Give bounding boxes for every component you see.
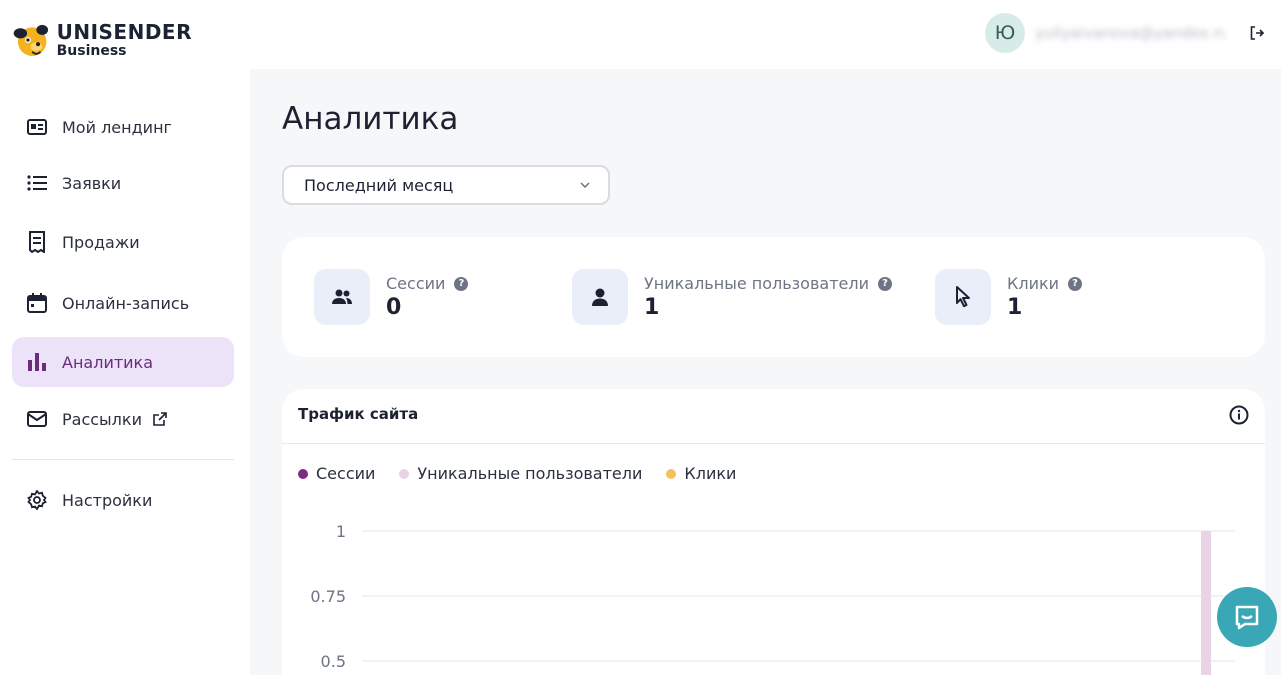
legend-label: Клики (684, 464, 737, 483)
stat-value: 1 (644, 295, 660, 320)
traffic-chart: 1 0.75 0.5 (310, 522, 1235, 675)
receipt-icon (25, 230, 49, 254)
sidebar-divider (12, 459, 234, 460)
sidebar-item-label: Заявки (62, 173, 122, 193)
legend-item-clicks[interactable]: Клики (666, 464, 736, 483)
sidebar-item-booking[interactable]: Онлайн-запись (12, 278, 234, 328)
sidebar-item-label: Онлайн-запись (62, 293, 190, 313)
logo[interactable]: UNISENDER Business (12, 18, 192, 62)
stat-value: 1 (1007, 295, 1023, 320)
help-icon[interactable]: ? (454, 276, 469, 291)
legend-label: Сессии (316, 464, 376, 483)
main-content: Аналитика Последний месяц Сессии ? 0 Уни… (250, 69, 1281, 675)
chevron-down-icon (580, 182, 590, 188)
sidebar-item-mailings[interactable]: Рассылки (12, 394, 234, 444)
y-tick-label: 0.75 (310, 587, 346, 606)
sidebar-item-settings[interactable]: Настройки (12, 475, 234, 525)
list-icon (25, 171, 49, 195)
sidebar-item-sales[interactable]: Продажи (12, 217, 234, 267)
y-tick-label: 1 (336, 522, 346, 541)
legend-dot (666, 468, 677, 479)
chat-button[interactable] (1217, 587, 1277, 647)
landing-icon (25, 115, 49, 139)
brand-name: UNISENDER (56, 20, 192, 44)
legend-item-unique-users[interactable]: Уникальные пользователи (399, 464, 642, 483)
logo-mascot-icon (13, 24, 49, 56)
calendar-icon (25, 291, 49, 315)
chat-icon (1235, 605, 1259, 630)
traffic-card: Трафик сайта Сессии Уникальные пользоват… (282, 389, 1265, 675)
stat-label: Клики (1007, 274, 1060, 293)
user-menu: Ю yuliyaivanova@yandex.ru (985, 13, 1265, 53)
legend-item-sessions[interactable]: Сессии (298, 464, 375, 483)
help-icon[interactable]: ? (877, 276, 892, 291)
period-select-value: Последний месяц (304, 175, 454, 195)
sidebar-item-label: Мой лендинг (62, 117, 172, 137)
traffic-title: Трафик сайта (298, 405, 419, 423)
stats-card: Сессии ? 0 Уникальные пользователи ? 1 К… (282, 237, 1265, 357)
sidebar: Мой лендинг Заявки Продажи Онлайн-запись… (0, 70, 250, 675)
bar-chart-icon (25, 350, 49, 374)
cursor-icon (935, 269, 991, 325)
legend-dot (399, 468, 410, 479)
legend-dot (298, 468, 308, 479)
page-title: Аналитика (282, 101, 459, 137)
user-icon (572, 269, 628, 325)
stat-sessions: Сессии ? 0 (314, 269, 469, 325)
users-group-icon (314, 269, 370, 325)
brand-sub: Business (56, 43, 127, 59)
help-icon[interactable]: ? (1068, 276, 1083, 291)
external-link-icon (152, 411, 168, 427)
gear-icon (25, 488, 49, 512)
stat-clicks: Клики ? 1 (935, 269, 1083, 325)
stat-value: 0 (386, 295, 402, 320)
period-select[interactable]: Последний месяц (282, 165, 610, 205)
sidebar-item-analytics[interactable]: Аналитика (12, 337, 234, 387)
sidebar-item-label: Рассылки (62, 409, 142, 429)
legend-label: Уникальные пользователи (417, 464, 643, 483)
sidebar-item-label: Аналитика (62, 352, 154, 372)
sidebar-item-label: Продажи (62, 232, 140, 252)
chart-bar-unique-users[interactable] (1201, 531, 1211, 675)
chart-legend: Сессии Уникальные пользователи Клики (298, 464, 760, 483)
traffic-divider (282, 443, 1265, 444)
logout-icon[interactable] (1249, 25, 1265, 41)
sidebar-item-label: Настройки (62, 490, 153, 510)
sidebar-item-requests[interactable]: Заявки (12, 158, 234, 208)
avatar[interactable]: Ю (985, 13, 1025, 53)
info-icon[interactable] (1229, 405, 1249, 425)
stat-unique-users: Уникальные пользователи ? 1 (572, 269, 892, 325)
stat-label: Сессии (386, 274, 446, 293)
stat-label: Уникальные пользователи (644, 274, 869, 293)
y-tick-label: 0.5 (321, 652, 346, 671)
mail-icon (25, 407, 49, 431)
user-email: yuliyaivanova@yandex.ru (1035, 24, 1225, 42)
sidebar-item-landing[interactable]: Мой лендинг (12, 102, 234, 152)
